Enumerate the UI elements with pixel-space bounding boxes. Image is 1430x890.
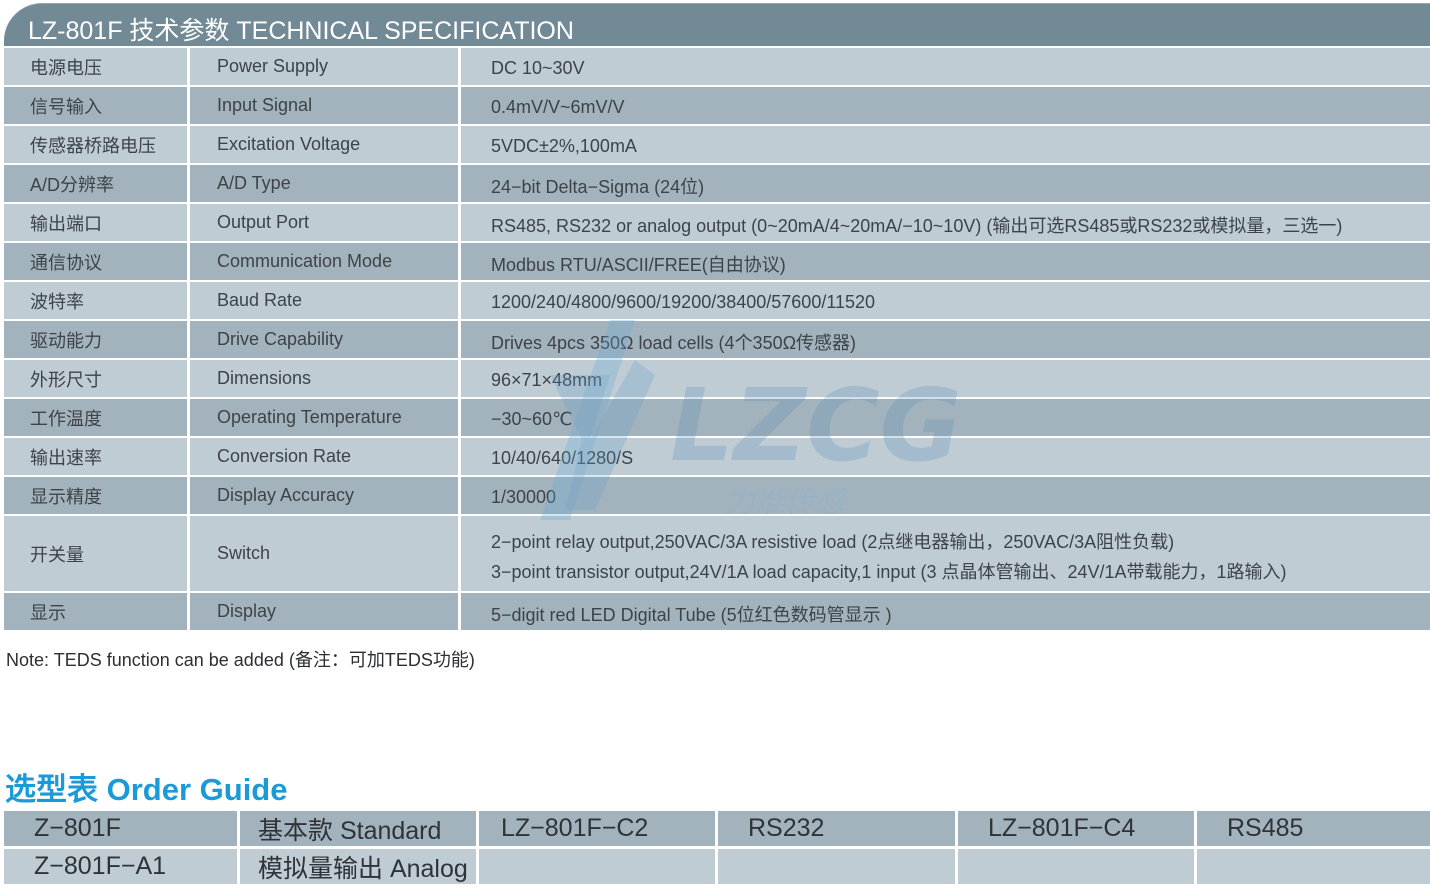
spec-label-en: Display Accuracy [190, 477, 458, 514]
spec-label-cn: 外形尺寸 [4, 360, 187, 397]
spec-value-line: 2−point relay output,250VAC/3A resistive… [491, 531, 1175, 552]
order-cell-model: Z−801F−A1 [4, 849, 237, 884]
spec-label-en: A/D Type [190, 165, 458, 202]
spec-value: 10/40/640/1280/S [461, 438, 1430, 475]
spec-value: 5VDC±2%,100mA [461, 126, 1430, 163]
spec-row-output-port: 输出端口 Output Port RS485, RS232 or analog … [4, 204, 1430, 241]
spec-label-cn: 传感器桥路电压 [4, 126, 187, 163]
spec-value: 5−digit red LED Digital Tube (5位红色数码管显示 … [461, 593, 1430, 630]
order-cell-description: RS485 [1197, 811, 1430, 846]
spec-label-cn: 显示 [4, 593, 187, 630]
order-cell-empty [958, 849, 1194, 884]
spec-label-en: Baud Rate [190, 282, 458, 319]
spec-label-cn: 显示精度 [4, 477, 187, 514]
spec-row-display-accuracy: 显示精度 Display Accuracy 1/30000 [4, 477, 1430, 514]
spec-header: LZ-801F 技术参数 TECHNICAL SPECIFICATION [4, 3, 1430, 46]
spec-label-cn: 波特率 [4, 282, 187, 319]
spec-value: 96×71×48mm [461, 360, 1430, 397]
spec-row-communication-mode: 通信协议 Communication Mode Modbus RTU/ASCII… [4, 243, 1430, 280]
spec-value: 0.4mV/V~6mV/V [461, 87, 1430, 124]
spec-label-cn: 开关量 [4, 516, 187, 591]
spec-row-excitation-voltage: 传感器桥路电压 Excitation Voltage 5VDC±2%,100mA [4, 126, 1430, 163]
order-cell-empty [1197, 849, 1430, 884]
spec-label-en: Power Supply [190, 48, 458, 85]
order-cell-description: RS232 [718, 811, 955, 846]
spec-label-cn: 驱动能力 [4, 321, 187, 358]
spec-row-dimensions: 外形尺寸 Dimensions 96×71×48mm [4, 360, 1430, 397]
spec-label-en: Display [190, 593, 458, 630]
spec-value: 1200/240/4800/9600/19200/38400/57600/115… [461, 282, 1430, 319]
order-guide-title: 选型表 Order Guide [5, 772, 288, 807]
spec-label-en: Input Signal [190, 87, 458, 124]
spec-value: 2−point relay output,250VAC/3A resistive… [461, 516, 1430, 591]
order-cell-empty [479, 849, 715, 884]
order-cell-model: Z−801F [4, 811, 237, 846]
spec-label-en: Dimensions [190, 360, 458, 397]
order-cell-description: 基本款 Standard [240, 811, 476, 846]
spec-label-cn: 输出速率 [4, 438, 187, 475]
spec-row-drive-capability: 驱动能力 Drive Capability Drives 4pcs 350Ω l… [4, 321, 1430, 358]
spec-value: RS485, RS232 or analog output (0~20mA/4~… [461, 204, 1430, 241]
spec-row-conversion-rate: 输出速率 Conversion Rate 10/40/640/1280/S [4, 438, 1430, 475]
spec-value-line: 3−point transistor output,24V/1A load ca… [491, 561, 1287, 582]
spec-table: 电源电压 Power Supply DC 10~30V 信号输入 Input S… [4, 48, 1430, 632]
spec-label-en: Switch [190, 516, 458, 591]
spec-label-cn: 输出端口 [4, 204, 187, 241]
spec-row-input-signal: 信号输入 Input Signal 0.4mV/V~6mV/V [4, 87, 1430, 124]
spec-value: Drives 4pcs 350Ω load cells (4个350Ω传感器) [461, 321, 1430, 358]
order-cell-description: 模拟量输出 Analog [240, 849, 476, 884]
teds-note: Note: TEDS function can be added (备注：可加T… [6, 650, 475, 670]
spec-label-en: Operating Temperature [190, 399, 458, 436]
spec-row-baud-rate: 波特率 Baud Rate 1200/240/4800/9600/19200/3… [4, 282, 1430, 319]
spec-label-cn: 工作温度 [4, 399, 187, 436]
spec-label-cn: A/D分辨率 [4, 165, 187, 202]
spec-row-display: 显示 Display 5−digit red LED Digital Tube … [4, 593, 1430, 630]
spec-value: DC 10~30V [461, 48, 1430, 85]
spec-label-en: Drive Capability [190, 321, 458, 358]
spec-value: −30~60℃ [461, 399, 1430, 436]
spec-label-cn: 通信协议 [4, 243, 187, 280]
order-guide-table: Z−801F 基本款 Standard LZ−801F−C2 RS232 LZ−… [4, 811, 1430, 887]
spec-label-cn: 信号输入 [4, 87, 187, 124]
order-row: Z−801F 基本款 Standard LZ−801F−C2 RS232 LZ−… [4, 811, 1430, 846]
order-cell-empty [718, 849, 955, 884]
spec-row-operating-temperature: 工作温度 Operating Temperature −30~60℃ [4, 399, 1430, 436]
spec-value: 24−bit Delta−Sigma (24位) [461, 165, 1430, 202]
order-cell-model: LZ−801F−C2 [479, 811, 715, 846]
spec-row-switch: 开关量 Switch 2−point relay output,250VAC/3… [4, 516, 1430, 591]
order-row: Z−801F−A1 模拟量输出 Analog [4, 849, 1430, 884]
order-cell-model: LZ−801F−C4 [958, 811, 1194, 846]
spec-title: LZ-801F 技术参数 TECHNICAL SPECIFICATION [28, 17, 574, 45]
spec-row-ad-type: A/D分辨率 A/D Type 24−bit Delta−Sigma (24位) [4, 165, 1430, 202]
spec-label-en: Excitation Voltage [190, 126, 458, 163]
spec-label-cn: 电源电压 [4, 48, 187, 85]
spec-value: 1/30000 [461, 477, 1430, 514]
spec-value: Modbus RTU/ASCII/FREE(自由协议) [461, 243, 1430, 280]
spec-label-en: Output Port [190, 204, 458, 241]
spec-row-power-supply: 电源电压 Power Supply DC 10~30V [4, 48, 1430, 85]
spec-label-en: Conversion Rate [190, 438, 458, 475]
spec-label-en: Communication Mode [190, 243, 458, 280]
